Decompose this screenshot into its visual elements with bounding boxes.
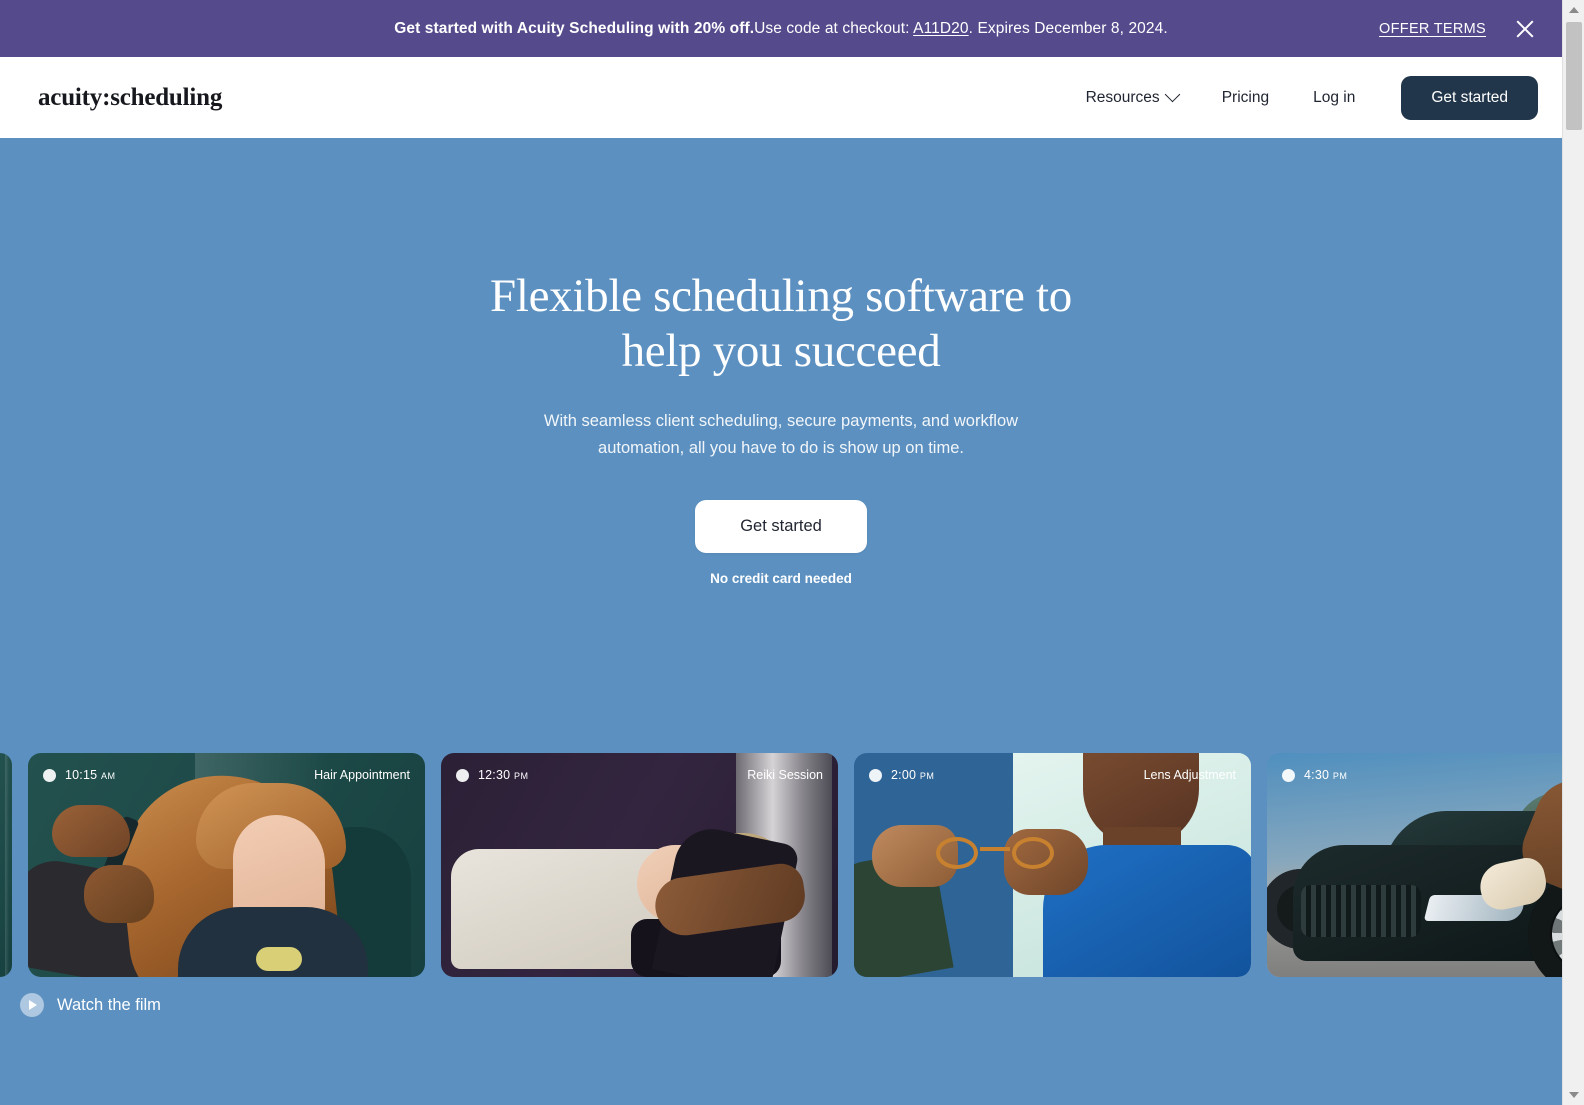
card-time: 12:30 PM [478, 768, 529, 782]
carousel-card[interactable]: 10:15 AM Hair Appointment [28, 753, 425, 977]
status-dot-icon [1282, 768, 1295, 782]
status-dot-icon [43, 768, 56, 782]
card-label: 4:30 PM [1267, 753, 1562, 797]
site-header: acuity:scheduling Resources Pricing Log … [0, 57, 1562, 138]
promo-banner-actions: OFFER TERMS [1379, 0, 1538, 57]
card-label: 2:00 PM Lens Adjustment [854, 753, 1251, 797]
nav-item-resources-label: Resources [1085, 88, 1160, 106]
nav-item-login-label: Log in [1313, 88, 1356, 106]
play-icon [20, 993, 44, 1017]
hero-subtitle-line-2: automation, all you have to do is show u… [598, 438, 964, 457]
card-time: 10:15 AM [65, 768, 116, 782]
status-dot-icon [869, 768, 882, 782]
appointment-carousel[interactable]: 10:15 AM Hair Appointment 12:30 PM Reiki… [0, 753, 1562, 977]
hero-get-started-button[interactable]: Get started [695, 500, 867, 554]
hero-cta-note: No credit card needed [710, 571, 852, 587]
scrollbar-thumb[interactable] [1566, 22, 1582, 130]
hero-cta-group: Get started No credit card needed [0, 500, 1562, 586]
hero-subtitle: With seamless client scheduling, secure … [529, 408, 1034, 461]
card-time: 2:00 PM [891, 768, 935, 782]
hero-title-line-1: Flexible scheduling software to [490, 270, 1072, 322]
card-service: Hair Appointment [314, 768, 410, 782]
promo-body-before-code: Use code at checkout: [754, 19, 914, 37]
card-label: 12:30 PM Reiki Session [441, 753, 838, 797]
watch-film-label: Watch the film [57, 995, 161, 1014]
logo[interactable]: acuity:scheduling [38, 84, 222, 112]
card-artwork [0, 753, 12, 977]
page-scrollbar[interactable] [1562, 0, 1584, 1105]
scroll-down-arrow-icon[interactable] [1563, 1085, 1584, 1105]
carousel-card-partial[interactable] [0, 753, 12, 977]
header-get-started-button[interactable]: Get started [1401, 75, 1538, 120]
nav-item-pricing[interactable]: Pricing [1200, 79, 1291, 117]
offer-terms-link[interactable]: OFFER TERMS [1379, 21, 1486, 37]
browser-viewport: Get started with Acuity Scheduling with … [0, 0, 1584, 1105]
close-icon[interactable] [1512, 16, 1538, 42]
hero-section: Flexible scheduling software to help you… [0, 138, 1562, 1105]
page-title: Flexible scheduling software to help you… [471, 269, 1091, 380]
promo-body-after-code: . Expires December 8, 2024. [968, 19, 1168, 37]
card-time: 4:30 PM [1304, 768, 1348, 782]
card-service: Reiki Session [747, 768, 823, 782]
main-nav: Resources Pricing Log in Get started [1064, 75, 1538, 120]
card-label: 10:15 AM Hair Appointment [28, 753, 425, 797]
promo-headline: Get started with Acuity Scheduling with … [394, 19, 755, 37]
scroll-up-arrow-icon[interactable] [1563, 0, 1584, 20]
card-service: Lens Adjustment [1143, 768, 1236, 782]
carousel-card[interactable]: 4:30 PM [1267, 753, 1562, 977]
hero-content: Flexible scheduling software to help you… [0, 138, 1562, 586]
hero-subtitle-line-1: With seamless client scheduling, secure … [543, 411, 1019, 430]
page-content: Get started with Acuity Scheduling with … [0, 0, 1562, 1105]
watch-film-link[interactable]: Watch the film [20, 993, 161, 1017]
nav-item-pricing-label: Pricing [1221, 88, 1270, 106]
nav-item-login[interactable]: Log in [1291, 79, 1377, 117]
carousel-card[interactable]: 12:30 PM Reiki Session [441, 753, 838, 977]
promo-banner-text: Get started with Acuity Scheduling with … [394, 20, 1168, 38]
promo-code[interactable]: A11D20 [913, 20, 968, 37]
promo-banner: Get started with Acuity Scheduling with … [0, 0, 1562, 57]
nav-item-resources[interactable]: Resources [1064, 79, 1200, 117]
carousel-card[interactable]: 2:00 PM Lens Adjustment [854, 753, 1251, 977]
chevron-down-icon [1164, 86, 1180, 103]
hero-title-line-2: help you succeed [621, 325, 941, 378]
status-dot-icon [456, 768, 469, 782]
